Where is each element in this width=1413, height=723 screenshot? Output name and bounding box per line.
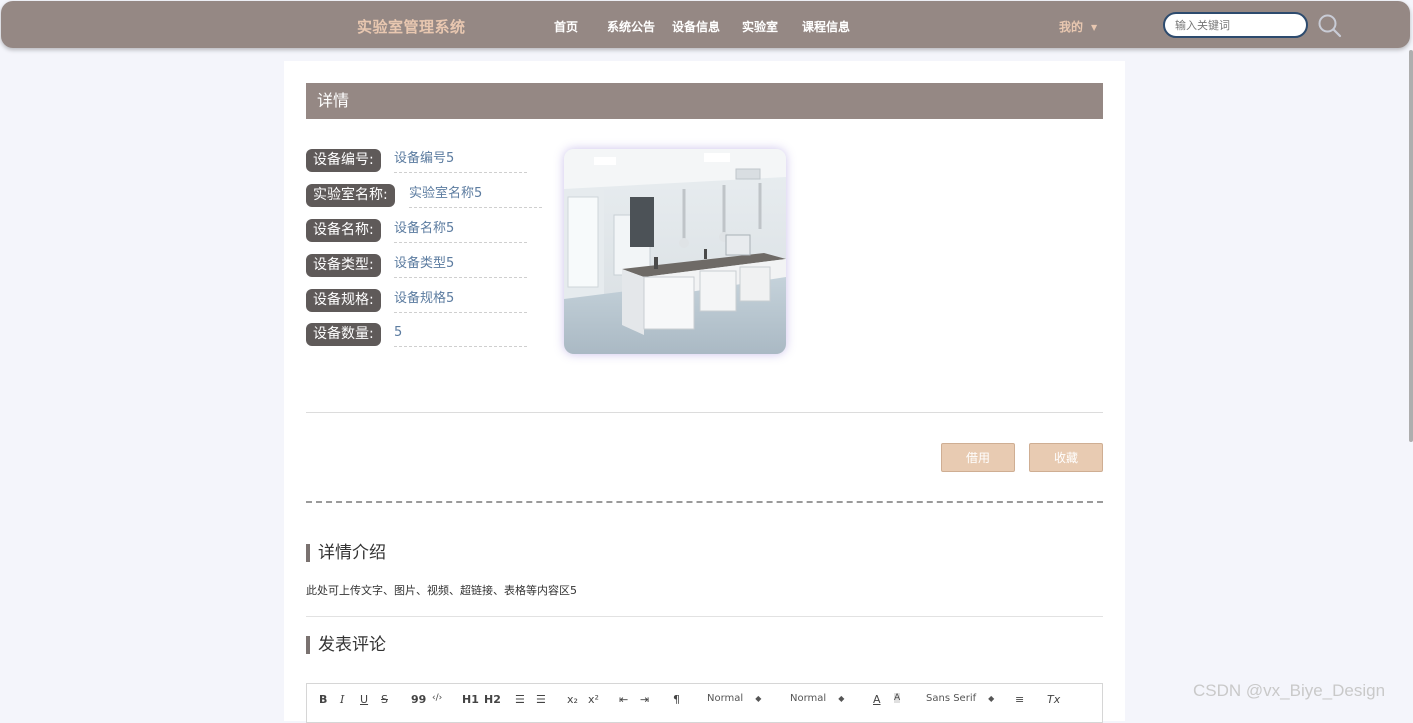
header-select[interactable]: Normal ◆ — [790, 693, 844, 704]
code-button[interactable]: ‹/› — [432, 693, 442, 703]
section-title-comment: 发表评论 — [306, 636, 386, 654]
size-select[interactable]: Normal ◆ — [707, 693, 761, 704]
section-title-intro: 详情介绍 — [306, 544, 386, 562]
field-label: 设备类型: — [306, 254, 381, 277]
quote-button[interactable]: 99 — [411, 693, 426, 706]
align-icon[interactable]: ≡ — [1015, 693, 1024, 706]
detail-header: 详情 — [306, 83, 1103, 119]
font-select-value: Sans Serif — [926, 693, 977, 704]
favorite-button[interactable]: 收藏 — [1029, 443, 1103, 472]
nav-item-courses[interactable]: 课程信息 — [802, 18, 850, 35]
chevron-updown-icon: ◆ — [838, 694, 845, 703]
outdent-icon[interactable]: ⇤ — [619, 693, 628, 706]
field-label: 设备编号: — [306, 149, 381, 172]
divider — [306, 616, 1103, 617]
field-label: 实验室名称: — [306, 184, 395, 207]
nav-item-home[interactable]: 首页 — [554, 18, 578, 35]
size-select-value: Normal — [707, 693, 744, 704]
superscript-button[interactable]: x² — [588, 693, 599, 706]
field-value: 设备类型5 — [394, 254, 527, 278]
clear-format-icon[interactable]: Tx — [1047, 693, 1060, 706]
ordered-list-icon[interactable]: ☰ — [515, 693, 525, 706]
top-navbar: 实验室管理系统 首页 系统公告 设备信息 实验室 课程信息 我的 ▼ — [1, 1, 1410, 48]
chevron-updown-icon: ◆ — [988, 694, 995, 703]
nav-item-lab[interactable]: 实验室 — [742, 18, 778, 35]
field-label: 设备名称: — [306, 219, 381, 242]
editor-toolbar: B I U S 99 ‹/› H1 H2 ☰ ☰ x₂ x² ⇤ ⇥ ¶ Nor… — [306, 683, 1103, 723]
field-label: 设备规格: — [306, 289, 381, 312]
field-value: 实验室名称5 — [409, 184, 542, 208]
nav-item-equipment[interactable]: 设备信息 — [672, 18, 720, 35]
indent-icon[interactable]: ⇥ — [640, 693, 649, 706]
search-input[interactable] — [1163, 12, 1308, 38]
equipment-photo — [564, 149, 786, 354]
field-label: 设备数量: — [306, 323, 381, 346]
field-value: 设备规格5 — [394, 289, 527, 313]
chevron-down-icon: ▼ — [1091, 23, 1098, 32]
field-value: 5 — [394, 323, 527, 347]
underline-button[interactable]: U — [360, 693, 368, 706]
divider — [306, 412, 1103, 413]
background-color-icon[interactable]: A — [894, 693, 901, 703]
text-direction-icon[interactable]: ¶ — [673, 693, 680, 706]
dashed-divider — [306, 501, 1103, 503]
search-icon[interactable] — [1317, 13, 1343, 39]
text-color-icon[interactable]: A — [873, 693, 881, 706]
header-select-value: Normal — [790, 693, 827, 704]
bold-button[interactable]: B — [319, 693, 327, 706]
page-scrollbar[interactable] — [1409, 50, 1413, 442]
heading1-button[interactable]: H1 — [462, 693, 479, 706]
bullet-list-icon[interactable]: ☰ — [536, 693, 546, 706]
site-brand[interactable]: 实验室管理系统 — [357, 16, 466, 37]
borrow-button[interactable]: 借用 — [941, 443, 1015, 472]
user-menu-label: 我的 — [1059, 20, 1084, 34]
font-select[interactable]: Sans Serif ◆ — [926, 693, 994, 704]
subscript-button[interactable]: x₂ — [567, 693, 578, 706]
strike-button[interactable]: S — [381, 693, 388, 706]
field-value: 设备编号5 — [394, 149, 527, 173]
detail-panel: 详情 设备编号: 设备编号5 实验室名称: 实验室名称5 设备名称: 设备名称5… — [284, 61, 1125, 723]
field-value: 设备名称5 — [394, 219, 527, 243]
italic-button[interactable]: I — [340, 693, 344, 706]
heading2-button[interactable]: H2 — [484, 693, 501, 706]
user-menu[interactable]: 我的 ▼ — [1059, 18, 1097, 35]
watermark: CSDN @vx_Biye_Design — [1193, 681, 1386, 700]
intro-text: 此处可上传文字、图片、视频、超链接、表格等内容区5 — [306, 584, 577, 597]
nav-item-announcements[interactable]: 系统公告 — [607, 18, 655, 35]
chevron-updown-icon: ◆ — [755, 694, 762, 703]
